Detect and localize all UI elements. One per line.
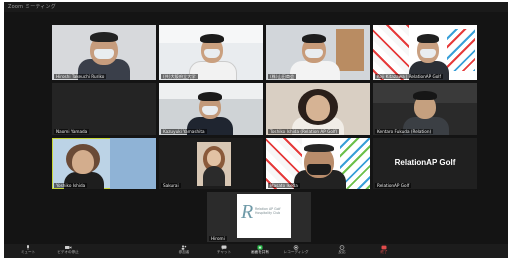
participant-name: Yoshiko Ishida [54,183,88,188]
face-mask [94,49,114,59]
face-mask [420,49,436,58]
logo-text: Relation AP Golf Hospitality Club [255,207,281,215]
participant-name: Toshiko Ishida (Relation AP Golf) [268,129,340,134]
tile-display-label: RelationAP Golf [394,158,456,167]
zoom-window: Zoom ミーティング Hiroshi Takeuchi Ruriko (共)大… [4,2,508,258]
participant-tile[interactable]: Kentaro Fukuda (Relation) [373,83,477,135]
participant-hair [304,144,334,152]
sponsor-backdrop [373,25,409,80]
participant-tile[interactable]: R Relation AP Golf Hospitality Club Hiro… [207,192,311,242]
logo-letter: R [241,201,254,223]
chat-button[interactable]: チャット [204,245,244,257]
participant-tile-active-speaker[interactable]: Yoshiko Ishida [52,138,156,189]
participant-name: RelationAP Golf [375,183,412,188]
participant-hair [302,34,326,43]
stop-video-button[interactable]: ビデオの停止 [48,245,88,257]
participant-tile[interactable]: Koji Kitazawa | RelationAP Golf [373,25,477,80]
participant-tile[interactable]: RelationAP Golf RelationAP Golf [373,138,477,189]
participant-tile[interactable]: Masato Ikeda [266,138,370,189]
participant-name: Naomi Yamada [54,129,90,134]
participant-tile[interactable]: (株)山田商会 [266,25,370,80]
participant-name: Koji Kitazawa | RelationAP Golf [375,74,443,79]
participant-face [207,150,221,166]
title-bar: Zoom ミーティング [4,2,508,12]
window-title: Zoom ミーティング [8,4,56,10]
participant-tile[interactable]: Hiroshi Takeuchi Ruriko [52,25,156,80]
face-mask [204,49,220,58]
gallery-view: Hiroshi Takeuchi Ruriko (共)大阪府立大学 (株)山田商… [4,12,508,244]
participant-name: Sakurai [161,183,181,188]
participant-name: Kazuyuki Yamashita [161,129,207,134]
participant-name: Masato Ikeda [268,183,300,188]
reactions-button[interactable]: 反応 [322,245,362,257]
record-button[interactable]: レコーディング [276,245,316,257]
participant-body [203,166,225,186]
sponsor-backdrop [447,29,475,71]
room-door [336,29,364,71]
participant-hair [200,34,224,43]
participant-name: Hiromi [209,236,227,241]
participant-tile[interactable]: Naomi Yamada [52,83,156,135]
face-mask [305,49,323,58]
face-mask [307,164,331,175]
face-mask [202,106,218,115]
participant-name: (共)大阪府立大学 [161,74,198,79]
participants-button[interactable]: 参加者 [164,245,204,257]
participant-name: Hiroshi Takeuchi Ruriko [54,74,107,79]
leave-meeting-button[interactable]: 終了 [364,245,404,257]
participant-tile[interactable]: (共)大阪府立大学 [159,25,263,80]
mute-button[interactable]: ミュート [8,245,48,257]
participant-hair [90,32,118,42]
participant-tile[interactable]: Toshiko Ishida (Relation AP Golf) [266,83,370,135]
meeting-toolbar: ミュート ビデオの停止 参加者 チャット 画面を共有 レコーディング 反応 終了 [4,244,508,258]
room-window [110,138,156,189]
participant-hair [198,92,222,101]
participant-hair [413,91,437,100]
participant-body [290,61,340,80]
share-screen-button[interactable]: 画面を共有 [240,245,280,257]
participant-name: (株)山田商会 [268,74,297,79]
participant-hair [417,34,439,43]
participant-face [306,95,330,121]
participant-tile[interactable]: Kazuyuki Yamashita [159,83,263,135]
participant-face [72,150,94,174]
logo-card: R Relation AP Golf Hospitality Club [237,194,291,238]
participant-tile[interactable]: Sakurai [159,138,263,189]
participant-name: Kentaro Fukuda (Relation) [375,129,434,134]
